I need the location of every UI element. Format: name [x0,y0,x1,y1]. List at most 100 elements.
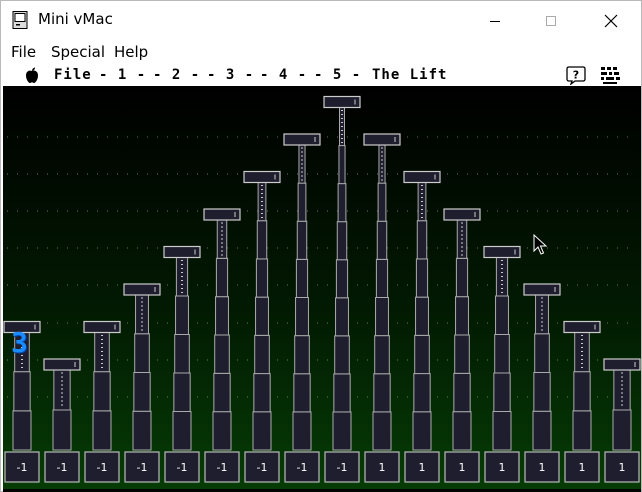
lift-segment [134,333,150,373]
lift-button-label: -1 [217,461,228,474]
lift-segment [337,183,347,223]
lift-segment [292,411,312,451]
minimize-button[interactable] [472,1,518,40]
menu-special[interactable]: Special [51,43,105,61]
mac-menu-level-5[interactable]: - 5 - [314,67,361,83]
lift-segment [612,409,632,451]
lift-button-label: 1 [579,461,586,474]
apple-icon[interactable] [24,67,40,84]
lift-segment [573,371,591,412]
host-menu-bar: File Special Help [1,40,641,64]
lift-segment [572,410,592,451]
lift-segment [454,334,470,374]
mouse-cursor-icon [533,233,548,255]
lift-button-label: -1 [17,461,28,474]
lift-segment [295,297,309,337]
lift-segment [254,334,270,375]
lift-segment [295,258,309,298]
lift-segment [294,335,310,375]
lift-button-label: -1 [337,461,348,474]
lift-segment [377,182,387,222]
lift-segment [174,334,190,374]
lift-button-label: -1 [297,461,308,474]
close-button[interactable] [588,1,634,40]
lift-button-label: 1 [539,461,546,474]
lift-segment [215,296,229,336]
game-screen[interactable]: -1 -1 -1 -1 -1 -1 -1 -1 -1 1 1 1 1 1 1 1 3 [3,88,641,491]
mac-app-icon [12,11,28,29]
lift-segment [415,258,429,298]
mac-menu-level-3[interactable]: - 3 - [207,67,254,83]
lift-segment [334,335,350,375]
lift-segment [173,372,191,412]
lift-segment [252,411,272,451]
lift-segment [495,295,509,335]
maximize-icon [546,15,556,26]
lift-segment [493,372,511,412]
lift-segment [297,182,307,222]
lift-segment [414,334,430,375]
help-icon[interactable]: ? [566,66,586,85]
lift-segment [253,373,271,413]
mac-menu-bar: File - 1 - - 2 - - 3 - - 4 - - 5 - The L… [3,64,641,88]
lift-segment [413,373,431,413]
lift-segment [613,369,631,411]
keyboard-icon[interactable] [600,66,622,85]
lift-segment [172,411,192,451]
lift-segment [376,220,388,260]
menu-file[interactable]: File [11,43,36,61]
lift-button-label: -1 [177,461,188,474]
mac-menu-level-4[interactable]: - 4 - [260,67,307,83]
lift-segment [335,259,349,299]
lift-segment [94,332,110,373]
lift-segment [415,296,429,336]
lift-segment [373,373,391,413]
lift-segment [215,257,229,298]
lift-shafts: -1 -1 -1 -1 -1 -1 -1 -1 -1 1 1 1 1 1 1 1 [3,95,641,483]
lift-segment [374,335,390,375]
lift-segment [333,373,351,413]
lift-segment [492,411,512,451]
lift-segment [532,410,552,451]
lift-segment [533,372,551,412]
lift-segment [453,372,471,413]
lift-segment [338,145,346,185]
lift-segment [133,372,151,412]
lift-segment [255,258,269,298]
maximize-button[interactable] [528,1,574,40]
mac-menu-the-lift[interactable]: The Lift [372,67,447,83]
close-icon [604,14,618,27]
lift-button-label: 1 [379,461,386,474]
lift-button-label: -1 [97,461,108,474]
lift-segment [92,410,112,451]
floor-indicator: 3 [11,326,28,359]
lift-button-label: 1 [459,461,466,474]
lift-segment [375,297,389,337]
lift-segment [213,372,231,413]
mac-menu-level-2[interactable]: - 2 - [153,67,200,83]
lift-segment [13,371,31,412]
lift-segment [375,258,389,298]
lift-segment [296,220,308,260]
lift-segment [494,334,510,374]
lift-button-label: -1 [137,461,148,474]
lift-button-label: -1 [57,461,68,474]
title-bar[interactable]: Mini vMac [1,1,641,40]
lift-segment [293,373,311,413]
app-window: Mini vMac File Special Help File - 1 - -… [0,0,642,492]
lift-segment [335,297,349,337]
svg-text:?: ? [573,69,579,82]
lift-segment [256,220,268,260]
lift-segment [255,296,269,336]
lift-segment [372,411,392,451]
lift-segment [93,371,111,412]
lift-segment [452,411,472,451]
lift-segment [212,411,232,451]
lift-segment [132,410,152,451]
lift-segment [52,409,72,451]
mac-menu-file[interactable]: File [54,67,92,83]
lift-segment [412,411,432,451]
mac-menu-level-1[interactable]: - 1 - [99,67,146,83]
menu-help[interactable]: Help [114,43,148,61]
lift-button-label: 1 [499,461,506,474]
